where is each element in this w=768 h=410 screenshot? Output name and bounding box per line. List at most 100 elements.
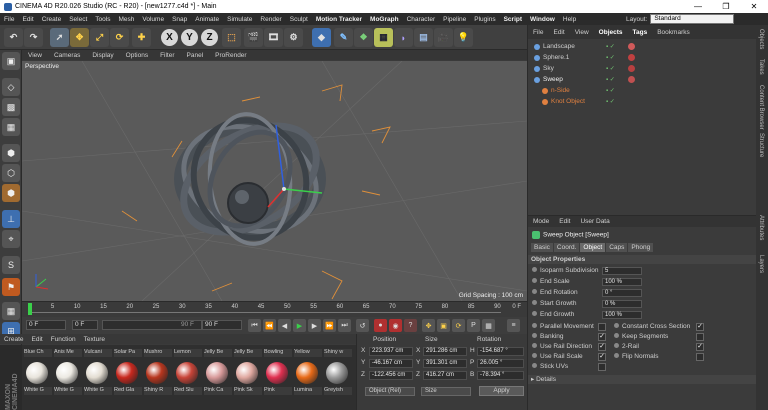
visibility-toggle[interactable]: ▪ ✓ (606, 98, 622, 106)
tab-object[interactable]: Object (580, 243, 606, 252)
side-tab-structure[interactable]: Structure (758, 133, 764, 157)
make-editable-icon[interactable]: ▣ (2, 52, 20, 70)
undo-icon[interactable]: ↶ (4, 28, 23, 47)
animate-dot-icon[interactable] (532, 311, 537, 316)
viewport-menu-options[interactable]: Options (120, 52, 154, 59)
checkbox[interactable]: ✓ (598, 333, 606, 341)
material-menu-create[interactable]: Create (0, 336, 28, 343)
menu-volume[interactable]: Volume (138, 16, 168, 23)
menu-window[interactable]: Window (526, 16, 559, 23)
z-axis-icon[interactable]: Z (201, 29, 218, 46)
object-menu-edit[interactable]: Edit (548, 29, 569, 36)
snap-icon[interactable]: S (2, 256, 20, 274)
autokey-icon[interactable]: ◉ (389, 319, 402, 332)
workplane-icon[interactable]: ▦ (2, 118, 20, 136)
deformer-icon[interactable]: ◗ (394, 28, 413, 47)
animate-dot-icon[interactable] (532, 333, 537, 338)
tab-phong[interactable]: Phong (628, 243, 654, 252)
visibility-toggle[interactable]: ▪ ✓ (606, 76, 622, 84)
move-icon[interactable]: ✥ (70, 28, 89, 47)
menu-plugins[interactable]: Plugins (470, 16, 499, 23)
planar-workplane-icon[interactable]: ▦ (2, 302, 20, 320)
world-coordinate-icon[interactable]: ⬚ (222, 28, 241, 47)
attribute-menu-user-data[interactable]: User Data (575, 218, 614, 225)
checkbox[interactable] (598, 323, 606, 331)
key-rotation-icon[interactable]: ⟳ (452, 319, 465, 332)
material-tag-icon[interactable] (628, 76, 635, 83)
menu-select[interactable]: Select (65, 16, 91, 23)
start-frame-field[interactable]: 0 F (72, 320, 98, 330)
key-position-icon[interactable]: ✥ (422, 319, 435, 332)
texture-mode-icon[interactable]: ▩ (2, 98, 20, 116)
x-axis-icon[interactable]: X (161, 29, 178, 46)
viewport-menu-panel[interactable]: Panel (181, 52, 210, 59)
viewport-menu-view[interactable]: View (22, 52, 48, 59)
timeline-menu-icon[interactable]: ≡ (507, 319, 520, 332)
material-menu-texture[interactable]: Texture (80, 336, 109, 343)
record-icon[interactable]: ● (374, 319, 387, 332)
array-icon[interactable]: ▦ (374, 28, 393, 47)
object-row[interactable]: Sky ▪ ✓ (528, 64, 757, 74)
menu-file[interactable]: File (0, 16, 18, 23)
animate-dot-icon[interactable] (614, 343, 619, 348)
rotation-field[interactable]: 26.005 ° (477, 359, 524, 368)
cube-icon[interactable]: ◆ (312, 28, 331, 47)
material-swatch[interactable]: Vulcani White G (84, 349, 112, 399)
position-field[interactable]: -122.456 cm (369, 371, 413, 380)
timeline-playhead[interactable] (28, 303, 32, 315)
render-settings-icon[interactable]: ⚙ (284, 28, 303, 47)
menu-create[interactable]: Create (38, 16, 66, 23)
lock-workplane-icon[interactable]: ⚑ (2, 278, 20, 296)
attribute-value-field[interactable]: 5 (602, 267, 642, 275)
material-preview[interactable] (176, 362, 198, 384)
menu-mograph[interactable]: MoGraph (366, 16, 403, 23)
loop-icon[interactable]: ↺ (356, 319, 369, 332)
side-tab-objects[interactable]: Objects (758, 29, 764, 49)
goto-start-icon[interactable]: ⏮ (248, 319, 261, 332)
object-row[interactable]: Landscape ▪ ✓ (528, 42, 757, 52)
size-mode-dropdown[interactable]: Size (421, 387, 471, 396)
material-swatch[interactable]: Shiny w Greyish (324, 349, 352, 399)
object-row[interactable]: Sphere.1 ▪ ✓ (528, 53, 757, 63)
side-tab-takes[interactable]: Takes (758, 59, 764, 75)
next-key-icon[interactable]: ⏩ (323, 319, 336, 332)
material-preview[interactable] (56, 362, 78, 384)
preview-range-slider[interactable]: 90 F (102, 320, 202, 330)
points-mode-icon[interactable]: ⬢ (2, 144, 20, 162)
material-swatch[interactable]: Jelly Be Pink Ca (204, 349, 232, 399)
viewport-menu-prorender[interactable]: ProRender (209, 52, 252, 59)
current-frame-field[interactable]: 0 F (26, 320, 66, 330)
attribute-menu-edit[interactable]: Edit (554, 218, 575, 225)
timeline-track[interactable] (30, 312, 501, 313)
viewport-menu-cameras[interactable]: Cameras (48, 52, 86, 59)
size-field[interactable]: 416.27 cm (423, 371, 467, 380)
attribute-value-field[interactable]: 0 % (602, 300, 642, 308)
menu-animate[interactable]: Animate (191, 16, 223, 23)
menu-simulate[interactable]: Simulate (223, 16, 256, 23)
timeline-ruler[interactable]: 051015202530354045505560657075808590 0 F (22, 301, 527, 317)
light-icon[interactable]: 💡 (454, 28, 473, 47)
material-swatch[interactable]: Jelly Be Pink Sk (234, 349, 262, 399)
key-pla-icon[interactable]: ▦ (482, 319, 495, 332)
viewport-canvas[interactable] (22, 61, 527, 301)
object-menu-file[interactable]: File (528, 29, 548, 36)
details-section[interactable]: ▸ Details (528, 375, 757, 384)
apply-button[interactable]: Apply (479, 386, 524, 396)
checkbox[interactable]: ✓ (598, 343, 606, 351)
knot-sweep-object[interactable] (165, 100, 335, 259)
rotate-icon[interactable]: ⟳ (110, 28, 129, 47)
menu-edit[interactable]: Edit (18, 16, 37, 23)
model-mode-icon[interactable]: ◇ (2, 78, 20, 96)
menu-snap[interactable]: Snap (168, 16, 191, 23)
render-picture-viewer-icon[interactable]: 🎞 (264, 28, 283, 47)
menu-sculpt[interactable]: Sculpt (286, 16, 312, 23)
object-row[interactable]: n-Side ▪ ✓ (528, 86, 757, 96)
animate-dot-icon[interactable] (532, 323, 537, 328)
material-swatch[interactable]: Anis Me White G (54, 349, 82, 399)
side-tab-content-browser[interactable]: Content Browser (758, 85, 764, 130)
minimize-button[interactable]: — (684, 0, 712, 13)
animate-dot-icon[interactable] (532, 363, 537, 368)
visibility-toggle[interactable]: ▪ ✓ (606, 87, 622, 95)
material-tag-icon[interactable] (628, 65, 635, 72)
floor-icon[interactable]: ▤ (414, 28, 433, 47)
